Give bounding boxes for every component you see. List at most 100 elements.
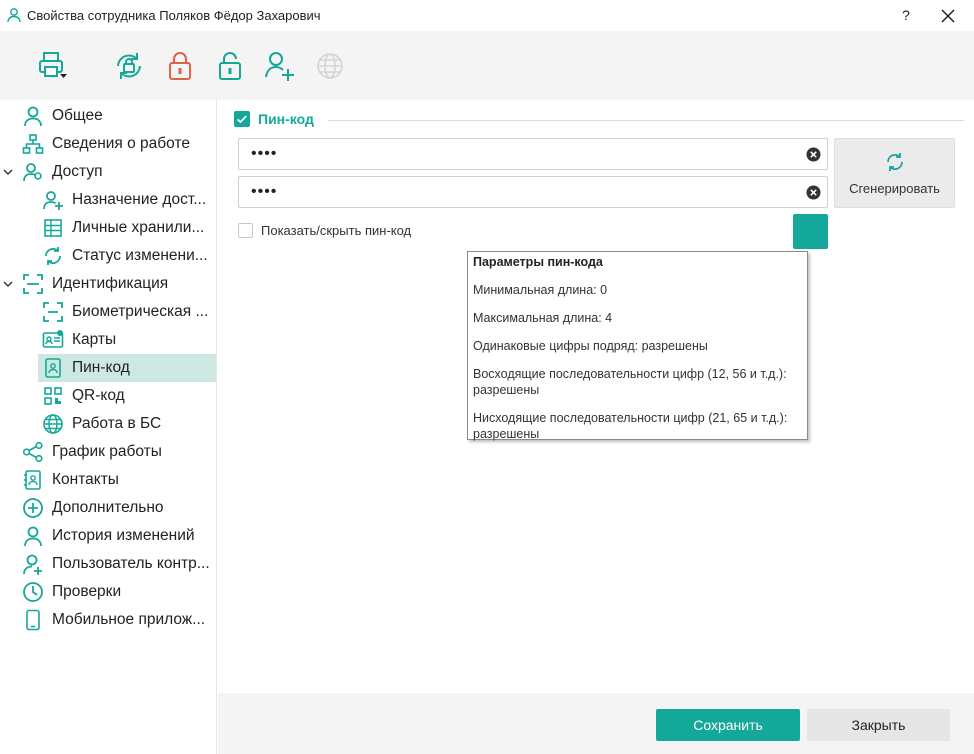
show-hide-checkbox[interactable] [238,223,253,238]
sidebar-item-pin-code[interactable]: Пин-код [38,354,216,382]
sidebar: Общее Сведения о работе Доступ Назначени… [0,100,217,754]
plus-circle-icon [22,497,44,519]
sidebar-item-mobile-app[interactable]: Мобильное прилож... [22,606,205,634]
sync-lock-icon [117,53,141,79]
clear-pin-confirm-button[interactable] [806,185,821,200]
show-hide-row: Показать/скрыть пин-код [238,223,411,238]
sidebar-item-contacts[interactable]: Контакты [22,466,119,494]
sidebar-item-label: Статус изменени... [72,247,208,264]
sidebar-item-label: Личные хранили... [72,219,205,236]
scan-icon [22,273,44,295]
sidebar-item-schedule[interactable]: График работы [22,438,162,466]
title-bar: Свойства сотрудника Поляков Фёдор Захаро… [0,0,974,31]
sidebar-item-identification[interactable]: Идентификация [22,270,168,298]
sidebar-item-label: Контакты [52,471,119,488]
sidebar-item-bs-work[interactable]: Работа в БС [42,410,161,438]
sidebar-item-qr-code[interactable]: QR-код [42,382,125,410]
sidebar-item-checks[interactable]: Проверки [22,578,121,606]
sidebar-item-biometric[interactable]: Биометрическая ... [42,298,208,326]
pin-enabled-checkbox[interactable] [234,111,250,127]
phone-icon [22,609,44,631]
user-plus-icon [22,553,44,575]
show-hide-label: Показать/скрыть пин-код [261,223,412,238]
check-icon [237,115,248,124]
tooltip-ascending: Восходящие последовательности цифр (12, … [473,367,787,381]
tooltip-ascending-value: разрешены [473,383,540,397]
globe-icon [317,53,343,79]
print-icon [39,52,67,78]
lock-button[interactable] [163,49,197,83]
clear-icon [806,185,821,200]
sidebar-item-access[interactable]: Доступ [22,158,102,186]
users-icon [22,161,44,183]
sidebar-item-label: QR-код [72,387,125,404]
sync-lock-button[interactable] [112,49,146,83]
user-add-icon [42,189,64,211]
sidebar-item-label: Общее [52,107,103,124]
lock-icon [169,52,191,80]
org-chart-icon [22,133,44,155]
sidebar-item-access-assignment[interactable]: Назначение дост... [42,186,206,214]
sidebar-item-label: График работы [52,443,162,460]
unlock-button[interactable] [213,49,247,83]
tooltip-max-length: Максимальная длина: 4 [473,311,613,325]
footer-bar: Сохранить Закрыть [218,693,974,754]
generate-label: Сгенерировать [849,181,940,196]
sidebar-item-label: Мобильное прилож... [52,611,206,628]
user-icon [22,105,44,127]
refresh-icon [42,245,64,267]
tooltip-same-digits: Одинаковые цифры подряд: разрешены [473,339,708,353]
tooltip-min-length: Минимальная длина: 0 [473,283,608,297]
sidebar-item-general[interactable]: Общее [22,102,103,130]
clear-pin-button[interactable] [806,147,821,162]
id-card-icon [42,329,64,351]
help-button[interactable]: ? [896,5,916,25]
pin-value: •••• [251,145,278,162]
close-button[interactable]: Закрыть [807,709,950,741]
chevron-down-icon[interactable] [2,278,14,290]
window-title: Свойства сотрудника Поляков Фёдор Захаро… [27,8,321,23]
sidebar-item-label: Биометрическая ... [72,303,209,320]
generate-button[interactable]: Сгенерировать [834,138,955,208]
globe-button-disabled [313,49,347,83]
pin-params-button[interactable] [793,214,828,249]
globe-icon [42,413,64,435]
sidebar-item-label: Пользователь контр... [52,555,210,572]
pin-params-tooltip: Параметры пин-кода Минимальная длина: 0 … [467,251,808,441]
pin-icon [42,357,64,379]
user-history-icon [22,525,44,547]
chevron-down-icon[interactable] [2,166,14,178]
sidebar-item-label: Карты [72,331,117,348]
unlock-icon [219,52,241,80]
tooltip-descending: Нисходящие последовательности цифр (21, … [473,411,788,425]
save-button[interactable]: Сохранить [656,709,800,741]
qr-icon [42,385,64,407]
sidebar-item-work-info[interactable]: Сведения о работе [22,130,190,158]
print-button[interactable] [36,49,70,83]
sidebar-item-controller-user[interactable]: Пользователь контр... [22,550,210,578]
clock-icon [22,581,44,603]
add-user-icon [265,52,294,81]
pin-input[interactable]: •••• [238,138,828,170]
share-icon [22,441,44,463]
add-user-button[interactable] [263,49,297,83]
sidebar-item-label: История изменений [52,527,195,544]
sidebar-item-change-status[interactable]: Статус изменени... [42,242,208,270]
sidebar-item-change-history[interactable]: История изменений [22,522,195,550]
pin-confirm-input[interactable]: •••• [238,176,828,208]
sidebar-item-personal-storage[interactable]: Личные хранили... [42,214,204,242]
sidebar-item-label: Сведения о работе [52,135,190,152]
sidebar-item-additional[interactable]: Дополнительно [22,494,164,522]
close-icon [941,9,955,23]
sidebar-item-label: Проверки [52,583,122,600]
sidebar-item-label: Работа в БС [72,415,162,432]
contacts-icon [22,469,44,491]
sidebar-item-cards[interactable]: Карты [42,326,116,354]
sidebar-item-label: Дополнительно [52,499,164,516]
user-icon [6,7,22,23]
close-window-button[interactable] [936,4,960,28]
tooltip-title: Параметры пин-кода [473,255,603,269]
sidebar-item-label: Идентификация [52,275,169,292]
grid-icon [42,217,64,239]
pin-section-header: Пин-код [234,111,314,127]
